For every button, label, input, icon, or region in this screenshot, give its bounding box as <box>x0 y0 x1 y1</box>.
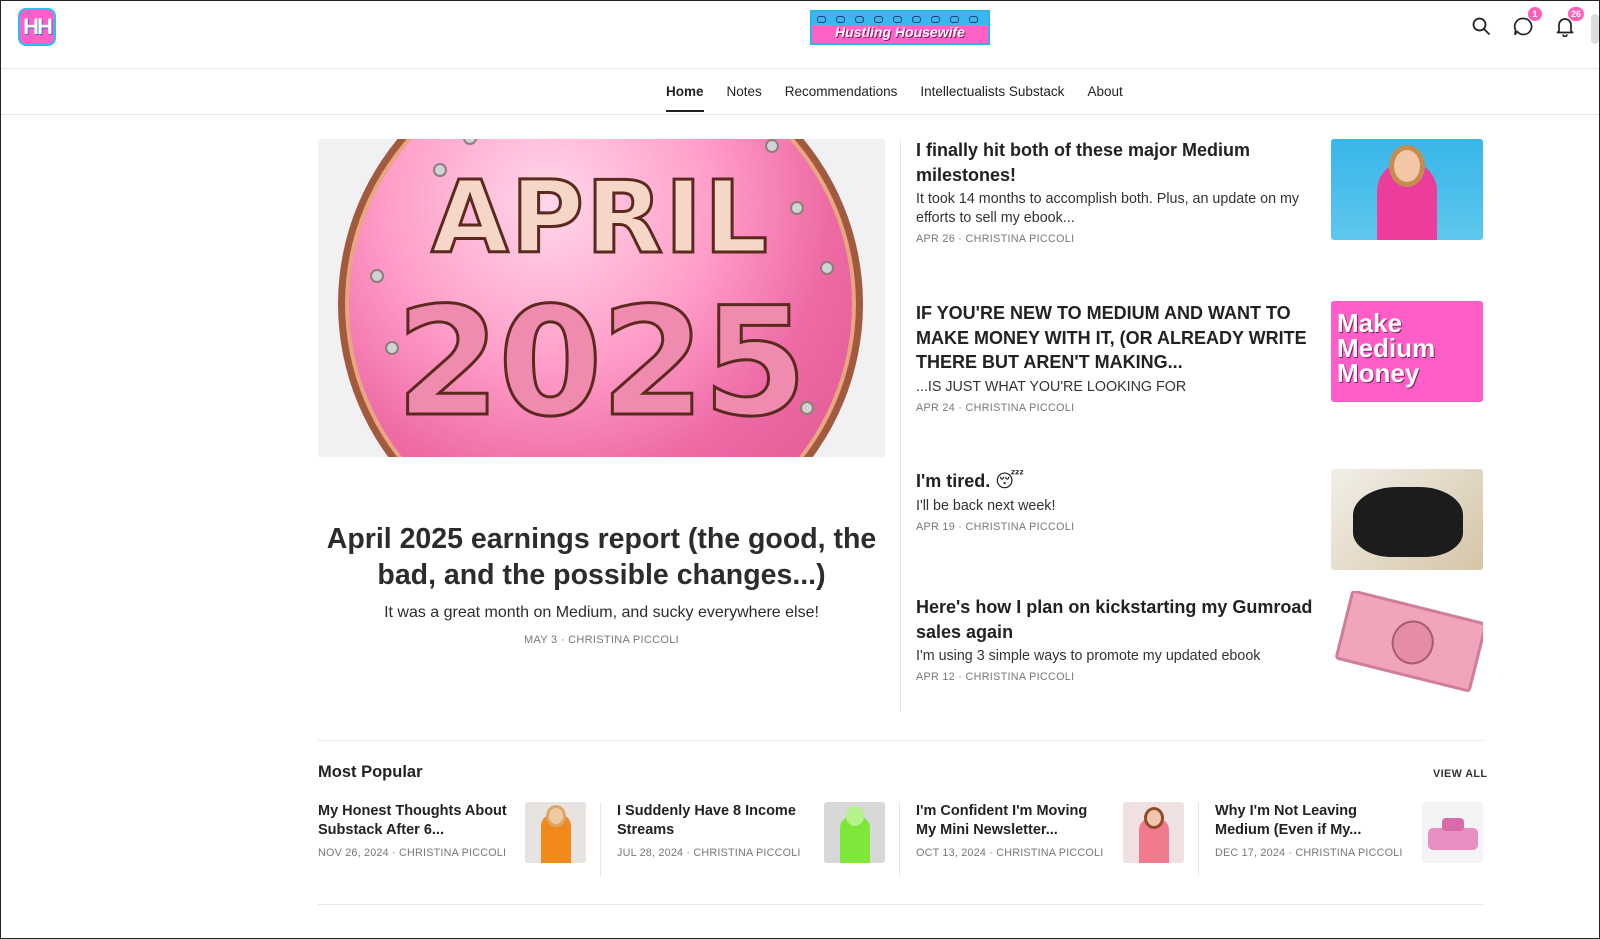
popular-post-thumbnail[interactable] <box>1123 802 1184 863</box>
header-actions: 1 26 <box>1470 6 1585 37</box>
publication-banner[interactable]: Hustling Housewife <box>810 10 990 45</box>
post-title[interactable]: Here's how I plan on kickstarting my Gum… <box>916 595 1316 644</box>
popular-post-item[interactable]: My Honest Thoughts About Substack After … <box>318 802 608 863</box>
post-title[interactable]: I finally hit both of these major Medium… <box>916 138 1316 187</box>
search-icon <box>1472 17 1490 35</box>
hero-post-subtitle: It was a great month on Medium, and suck… <box>384 604 819 621</box>
post-item[interactable]: I'm tired. 😴 I'll be back next week! APR… <box>916 469 1316 533</box>
post-subtitle: I'll be back next week! <box>916 497 1056 514</box>
post-subtitle: ...IS JUST WHAT YOU'RE LOOKING FOR <box>916 378 1187 395</box>
page: HH Hustling Housewife 1 26 Home Notes Re… <box>0 0 1600 939</box>
hero-image-text-line2: 2025 <box>394 275 808 452</box>
notifications-button[interactable]: 26 <box>1554 6 1585 37</box>
hero-image-text-line1: APRIL <box>430 158 770 278</box>
column-divider <box>900 139 901 712</box>
popular-post-meta: DEC 17, 2024 · CHRISTINA PICCOLI <box>1215 847 1403 859</box>
popular-divider <box>600 802 601 876</box>
post-item[interactable]: Here's how I plan on kickstarting my Gum… <box>916 595 1316 683</box>
notifications-badge: 26 <box>1566 6 1585 22</box>
thumbnail-text: Make Medium Money <box>1337 308 1436 388</box>
post-meta: APR 26 · CHRISTINA PICCOLI <box>916 233 1075 245</box>
post-thumbnail[interactable] <box>1331 139 1483 240</box>
post-thumbnail[interactable] <box>1331 469 1483 570</box>
search-button[interactable] <box>1470 15 1492 37</box>
popular-post-title[interactable]: My Honest Thoughts About Substack After … <box>318 802 508 839</box>
april-2025-medal-graphic: APRIL 2025 <box>338 139 863 457</box>
popular-post-item[interactable]: Why I'm Not Leaving Medium (Even if My..… <box>1215 802 1505 863</box>
popular-post-thumbnail[interactable] <box>525 802 586 863</box>
section-divider <box>318 904 1483 905</box>
popular-divider <box>1198 802 1199 876</box>
post-thumbnail[interactable]: Make Medium Money <box>1331 301 1483 402</box>
top-bar: HH Hustling Housewife 1 26 <box>1 1 1599 69</box>
hero-post-meta: MAY 3 · CHRISTINA PICCOLI <box>523 634 679 646</box>
post-subtitle: I'm using 3 simple ways to promote my up… <box>916 648 1261 664</box>
popular-post-title[interactable]: Why I'm Not Leaving Medium (Even if My..… <box>1215 802 1405 839</box>
popular-post-thumbnail[interactable] <box>824 802 885 863</box>
chat-badge: 1 <box>1527 6 1543 22</box>
nav-notes[interactable]: Notes <box>727 84 762 112</box>
popular-post-thumbnail[interactable] <box>1422 802 1483 863</box>
post-item[interactable]: I finally hit both of these major Medium… <box>916 138 1316 245</box>
post-meta: APR 12 · CHRISTINA PICCOLI <box>916 671 1075 683</box>
hero-image[interactable]: APRIL 2025 <box>318 139 885 457</box>
popular-post-meta: NOV 26, 2024 · CHRISTINA PICCOLI <box>318 847 507 859</box>
popular-post-meta: JUL 28, 2024 · CHRISTINA PICCOLI <box>617 847 801 859</box>
scrollbar[interactable] <box>1591 14 1599 44</box>
popular-post-title[interactable]: I'm Confident I'm Moving My Mini Newslet… <box>916 802 1106 839</box>
hero-post-title[interactable]: April 2025 earnings report (the good, th… <box>318 521 885 593</box>
post-thumbnail[interactable] <box>1331 591 1483 692</box>
popular-post-meta: OCT 13, 2024 · CHRISTINA PICCOLI <box>916 847 1104 859</box>
banner-title: Hustling Housewife <box>835 24 965 40</box>
nav-home[interactable]: Home <box>666 84 704 112</box>
section-divider <box>318 740 1483 741</box>
post-title[interactable]: IF YOU'RE NEW TO MEDIUM AND WANT TO MAKE… <box>916 301 1316 375</box>
post-title[interactable]: I'm tired. 😴 <box>916 469 1316 494</box>
popular-post-item[interactable]: I'm Confident I'm Moving My Mini Newslet… <box>916 802 1206 863</box>
post-subtitle: It took 14 months to accomplish both. Pl… <box>916 191 1300 226</box>
post-meta: APR 19 · CHRISTINA PICCOLI <box>916 520 1075 533</box>
post-meta: APR 24 · CHRISTINA PICCOLI <box>916 401 1075 414</box>
most-popular-heading: Most Popular <box>318 763 423 781</box>
nav-intellectualists-substack[interactable]: Intellectualists Substack <box>920 84 1064 112</box>
popular-divider <box>899 802 900 876</box>
view-all-link[interactable]: VIEW ALL <box>1433 768 1487 780</box>
chat-button[interactable]: 1 <box>1512 6 1543 37</box>
popular-post-title[interactable]: I Suddenly Have 8 Income Streams <box>617 802 807 839</box>
popular-post-item[interactable]: I Suddenly Have 8 Income Streams JUL 28,… <box>617 802 907 863</box>
nav-recommendations[interactable]: Recommendations <box>785 84 898 112</box>
publication-logo[interactable]: HH <box>18 8 56 46</box>
publication-nav: Home Notes Recommendations Intellectuali… <box>1 70 1599 115</box>
post-item[interactable]: IF YOU'RE NEW TO MEDIUM AND WANT TO MAKE… <box>916 301 1316 414</box>
nav-about[interactable]: About <box>1087 84 1122 112</box>
